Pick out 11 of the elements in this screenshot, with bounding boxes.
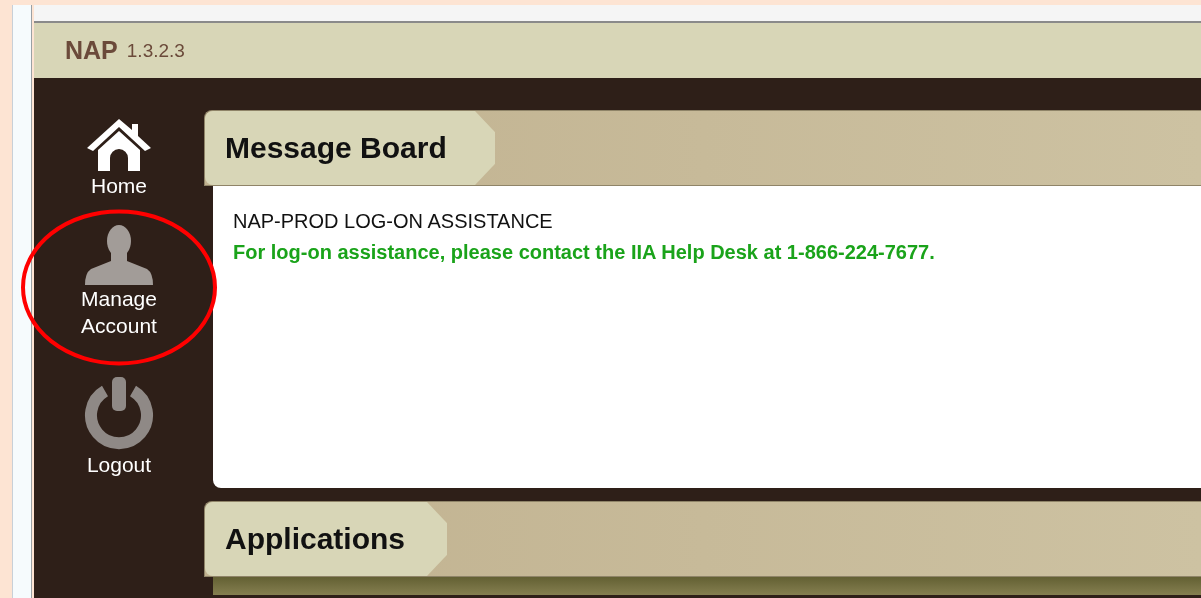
nav-item[interactable]: Logout	[83, 377, 155, 478]
app-name: NAP	[65, 36, 118, 65]
section-tab[interactable]: Message Board	[205, 111, 495, 185]
message-text: For log-on assistance, please contact the IIA Help Desk at 1-866-224-7677.	[233, 241, 936, 264]
power-icon	[83, 377, 155, 451]
nav-item[interactable]: Home	[84, 116, 154, 199]
section-tab[interactable]: Applications	[205, 502, 447, 576]
message-heading: NAP-PROD LOG-ON ASSISTANCE	[233, 210, 554, 233]
person-icon	[83, 223, 155, 285]
app-version: 1.3.2.3	[126, 39, 185, 62]
nav-item[interactable]: Manage Account	[81, 223, 157, 339]
